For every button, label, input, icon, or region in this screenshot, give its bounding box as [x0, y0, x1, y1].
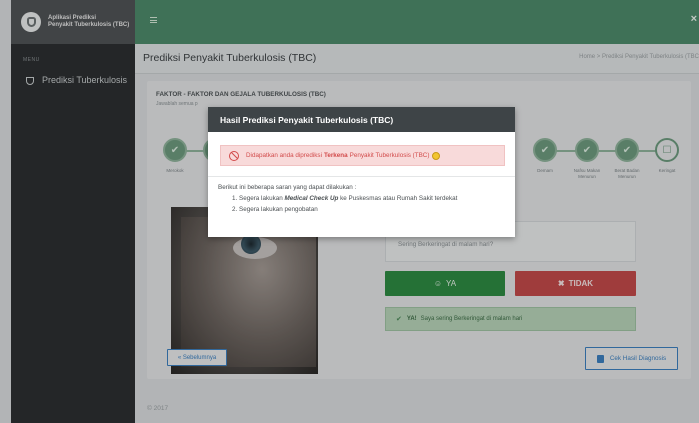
advice-1-post: ke Puskesmas atau Rumah Sakit terdekat	[340, 195, 458, 202]
advice-intro: Berikut ini beberapa saran yang dapat di…	[218, 184, 357, 191]
alert-bold: Terkena	[323, 152, 348, 159]
prediction-alert: Didapatkan anda diprediksi Terkena Penya…	[220, 145, 505, 166]
ban-icon	[229, 150, 239, 161]
advice-item-2: 2. Segera lakukan pengobatan	[232, 206, 318, 213]
alert-pre: Didapatkan anda diprediksi	[246, 152, 322, 159]
modal-divider	[208, 176, 515, 177]
sad-face-icon	[432, 151, 441, 160]
advice-1-pre: 1. Segera lakukan	[232, 195, 283, 202]
advice-item-1: 1. Segera lakukan Medical Check Up ke Pu…	[232, 195, 457, 202]
alert-post: Penyakit Tuberkulosis (TBC)	[349, 152, 430, 159]
result-modal: Hasil Prediksi Penyakit Tuberkulosis (TB…	[208, 107, 515, 237]
advice-1-em: Medical Check Up	[284, 195, 339, 202]
modal-title: Hasil Prediksi Penyakit Tuberkulosis (TB…	[208, 107, 515, 132]
